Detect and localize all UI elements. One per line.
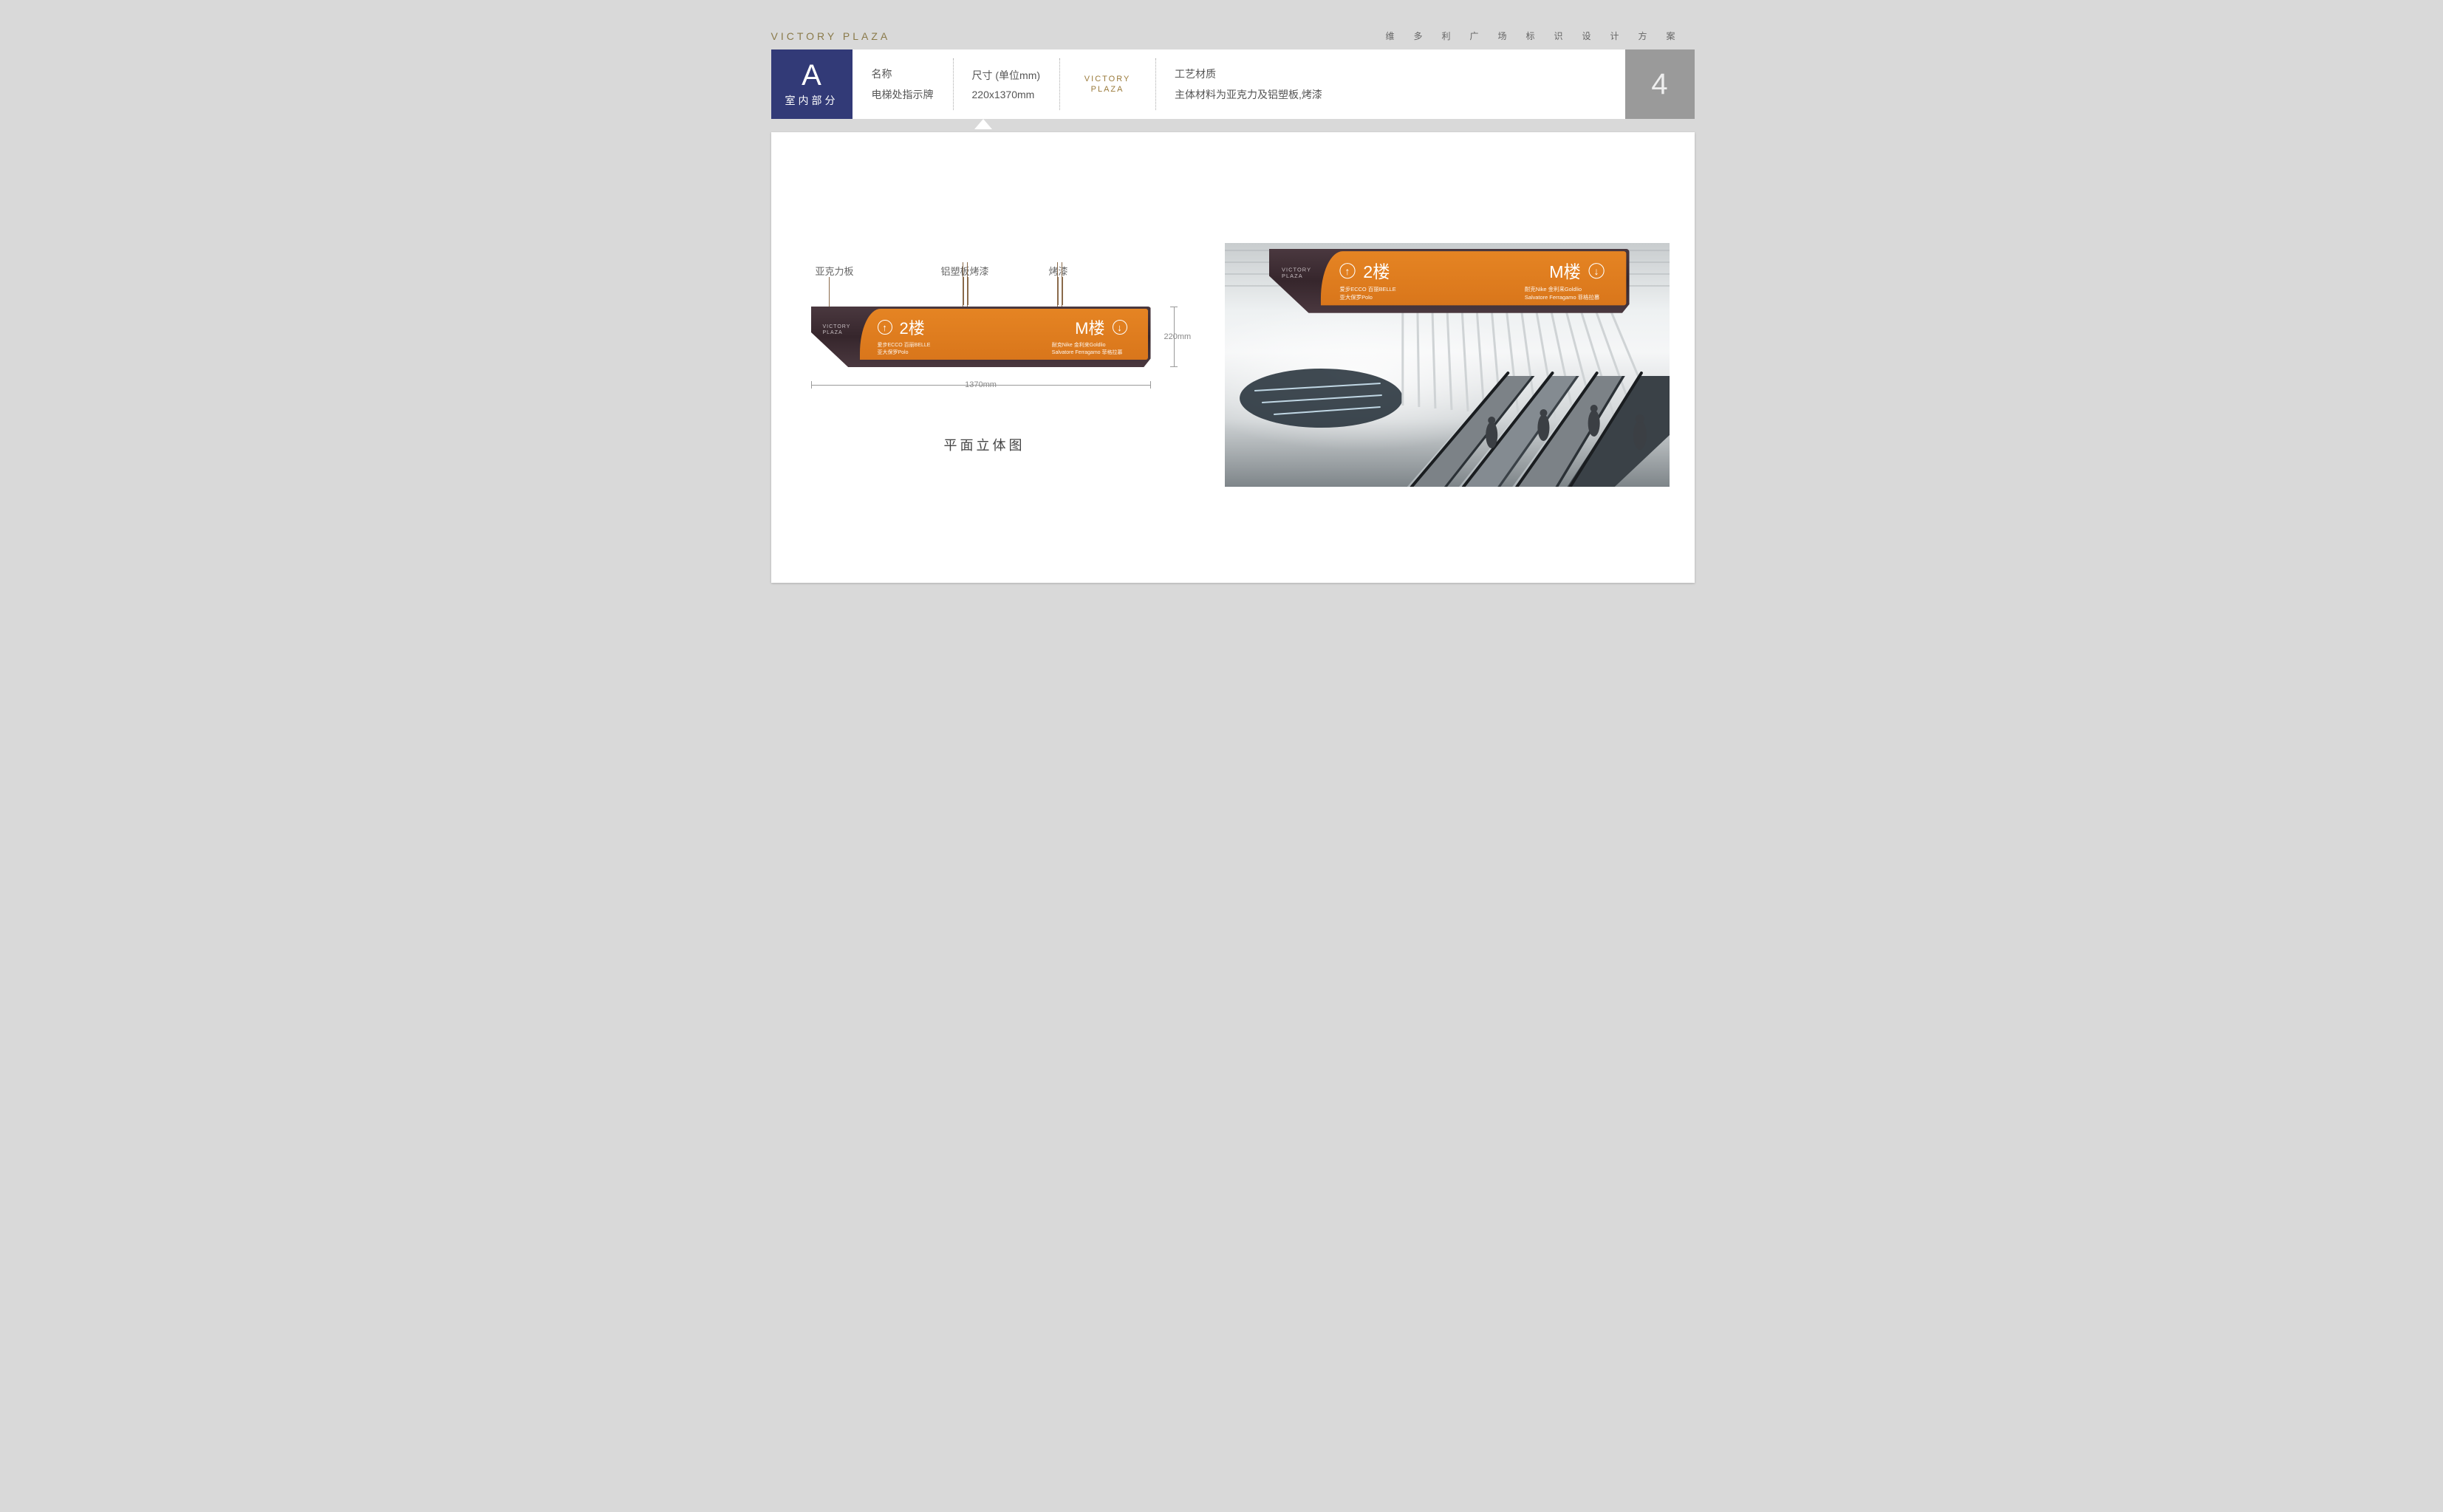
logo-line2: PLAZA <box>1091 85 1124 94</box>
arrow-down-icon: ↓ <box>1588 263 1604 278</box>
annotation-paint: 烤漆 <box>1049 264 1068 278</box>
sign-brand-line1: VICTORY <box>823 324 851 329</box>
name-value: 电梯处指示牌 <box>872 87 934 102</box>
category-letter: A <box>771 61 853 90</box>
floor-left-label: 2楼 <box>900 315 925 339</box>
sign-in-situ: VICTORY PLAZA ↑ 2楼 爱步ECCO 百丽BELLE <box>1269 249 1630 313</box>
name-label: 名称 <box>872 66 934 81</box>
floor-line-right: M楼 ↓ <box>1484 259 1618 284</box>
arrow-down-icon: ↓ <box>1113 320 1127 335</box>
sign-brandmark: VICTORY PLAZA <box>823 324 851 336</box>
sign-panel: ↑ 2楼 爱步ECCO 百丽BELLE 亚大保罗Polo M <box>1320 251 1625 305</box>
annotation-alupanel-label: 铝塑板烤漆 <box>941 266 989 277</box>
sign-col-left: ↑ 2楼 爱步ECCO 百丽BELLE 亚大保罗Polo <box>860 309 1011 360</box>
shops-left-line1: 爱步ECCO 百丽BELLE <box>878 343 931 348</box>
header-cell-logo: VICTORY PLAZA <box>1059 49 1155 119</box>
content-canvas: 亚克力板 铝塑板烤漆 烤漆 <box>771 132 1695 583</box>
floor-left-label: 2楼 <box>1363 259 1390 284</box>
floor-right-label: M楼 <box>1075 315 1104 339</box>
annotation-paint-label: 烤漆 <box>1049 266 1068 277</box>
left-column: 亚克力板 铝塑板烤漆 烤漆 <box>811 162 1210 553</box>
sign-brandmark: VICTORY PLAZA <box>1281 267 1311 280</box>
floor-line-right: M楼 ↓ <box>1014 315 1141 339</box>
sign-brand-line2: PLAZA <box>823 330 843 335</box>
floor-line-left: ↑ 2楼 <box>878 315 1004 339</box>
dimension-width: 1370mm <box>811 376 1151 394</box>
right-column: VICTORY PLAZA ↑ 2楼 爱步ECCO 百丽BELLE <box>1225 162 1670 553</box>
logo-line1: VICTORY <box>1084 75 1131 83</box>
context-rendering: VICTORY PLAZA ↑ 2楼 爱步ECCO 百丽BELLE <box>1225 243 1670 487</box>
pointer-triangle <box>974 119 992 129</box>
brand-english: VICTORY PLAZA <box>771 30 891 42</box>
shops-left: 爱步ECCO 百丽BELLE 亚大保罗Polo <box>1339 287 1473 301</box>
arrow-up-icon: ↑ <box>1339 263 1355 278</box>
shops-right-line2: Salvatore Ferragamo 菲格拉慕 <box>1052 350 1123 355</box>
logo-small: VICTORY PLAZA <box>1084 74 1131 95</box>
size-label: 尺寸 (单位mm) <box>972 68 1041 83</box>
shops-left-line2: 亚大保罗Polo <box>878 350 909 355</box>
sign-col-right: M楼 ↓ 耐克Nike 金利来Goldlio Salvatore Ferraga… <box>1481 251 1626 305</box>
dimension-height-value: 220mm <box>1164 332 1192 341</box>
material-value: 主体材料为亚克力及铝塑板,烤漆 <box>1175 87 1605 102</box>
sign-front-view: VICTORY PLAZA ↑ 2楼 爱步ECCO 百丽BELLE 亚大保罗Po… <box>811 307 1151 367</box>
page-number: 4 <box>1625 49 1695 119</box>
sign-brand-line1: VICTORY <box>1281 267 1311 273</box>
shops-right-line1: 耐克Nike 金利来Goldlio <box>1052 343 1106 348</box>
shops-right: 耐克Nike 金利来Goldlio Salvatore Ferragamo 菲格… <box>1014 342 1141 356</box>
sign-panel: ↑ 2楼 爱步ECCO 百丽BELLE 亚大保罗Polo M楼 ↓ <box>860 309 1148 360</box>
brand-chinese: 维多利广场标识设计方案 <box>1385 30 1694 42</box>
document-page: VICTORY PLAZA 维多利广场标识设计方案 A 室内部分 名称 电梯处指… <box>690 30 1754 583</box>
header-cell-material: 工艺材质 主体材料为亚克力及铝塑板,烤漆 <box>1155 49 1624 119</box>
floor-right-label: M楼 <box>1549 259 1581 284</box>
shops-right: 耐克Nike 金利来Goldlio Salvatore Ferragamo 菲格… <box>1484 287 1618 301</box>
shops-left-line1: 爱步ECCO 百丽BELLE <box>1339 287 1395 293</box>
category-box: A 室内部分 <box>771 49 853 119</box>
arrow-up-icon: ↑ <box>878 320 892 335</box>
shops-right-line2: Salvatore Ferragamo 菲格拉慕 <box>1524 295 1599 300</box>
sign-col-right: M楼 ↓ 耐克Nike 金利来Goldlio Salvatore Ferraga… <box>1011 309 1148 360</box>
sign-brand-line2: PLAZA <box>1281 274 1302 279</box>
pointer-row <box>771 119 1695 132</box>
size-value: 220x1370mm <box>972 89 1041 100</box>
hanger-rod <box>967 262 968 307</box>
header-bar: A 室内部分 名称 电梯处指示牌 尺寸 (单位mm) 220x1370mm VI… <box>771 49 1695 119</box>
annotation-acrylic-label: 亚克力板 <box>816 266 854 277</box>
header-cell-size: 尺寸 (单位mm) 220x1370mm <box>953 49 1060 119</box>
category-label: 室内部分 <box>771 93 853 108</box>
sign-diagram: 亚克力板 铝塑板烤漆 烤漆 <box>811 302 1181 367</box>
annotation-alupanel: 铝塑板烤漆 <box>941 264 989 278</box>
annotation-acrylic: 亚克力板 <box>816 264 854 278</box>
header-cell-name: 名称 电梯处指示牌 <box>853 49 953 119</box>
shops-left: 爱步ECCO 百丽BELLE 亚大保罗Polo <box>878 342 1004 356</box>
shops-right-line1: 耐克Nike 金利来Goldlio <box>1524 287 1581 293</box>
hanger-rod <box>1057 262 1058 307</box>
material-label: 工艺材质 <box>1175 66 1605 81</box>
shops-left-line2: 亚大保罗Polo <box>1339 295 1373 300</box>
floor-line-left: ↑ 2楼 <box>1339 259 1473 284</box>
sign-col-left: ↑ 2楼 爱步ECCO 百丽BELLE 亚大保罗Polo <box>1320 251 1480 305</box>
dimension-width-value: 1370mm <box>965 380 997 389</box>
top-strip: VICTORY PLAZA 维多利广场标识设计方案 <box>690 30 1754 49</box>
dimension-height: 220mm <box>1155 307 1192 367</box>
diagram-caption: 平面立体图 <box>811 435 1158 454</box>
